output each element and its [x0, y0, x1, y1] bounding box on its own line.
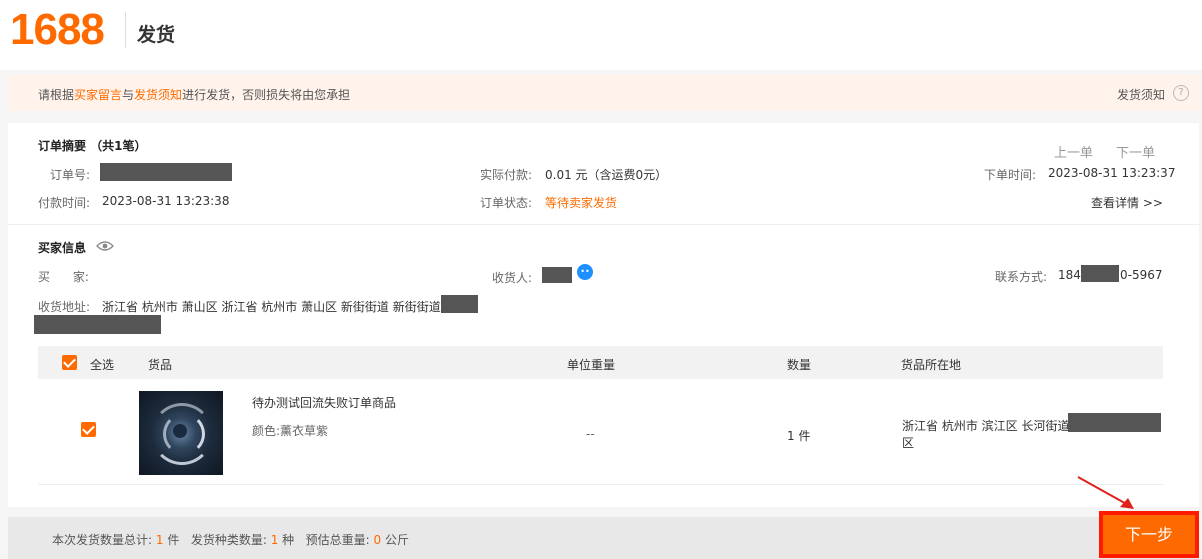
select-all-label: 全选 [90, 358, 115, 372]
shipping-notice-link[interactable]: 发货须知 [134, 88, 182, 102]
chat-icon[interactable]: •• [577, 264, 593, 280]
select-all-checkbox[interactable] [62, 355, 77, 370]
contact-prefix: 184 [1058, 268, 1081, 282]
annotation-arrow [1077, 476, 1134, 509]
page-header: 1688 发货 [0, 0, 1202, 70]
product-name[interactable]: 待办测试回流失败订单商品 [252, 394, 396, 411]
notice-prefix: 请根据 [38, 88, 75, 102]
product-spec: 颜色:薰衣草紫 [252, 424, 329, 438]
order-no-redacted [100, 163, 232, 181]
notice-mid: 与 [122, 88, 135, 102]
pay-time-value: 2023-08-31 13:23:38 [102, 194, 230, 208]
address-redacted-2 [34, 315, 161, 334]
header-divider [125, 12, 126, 48]
order-no-label: 订单号: [50, 168, 91, 182]
row-divider [38, 484, 1163, 485]
weight-label: 预估总重量: [305, 533, 370, 547]
buyer-message-link[interactable]: 买家留言 [74, 88, 122, 102]
next-step-highlight: 下一步 [1099, 511, 1199, 558]
address-value: 浙江省 杭州市 萧山区 浙江省 杭州市 萧山区 新街街道 新街街道 [102, 300, 441, 314]
main-card: 订单摘要 （共1笔） 上一单 下一单 订单号: 实际付款: 0.01 元（含运费… [8, 123, 1199, 507]
page-title: 发货 [137, 24, 176, 46]
total-qty-unit: 件 [167, 533, 180, 547]
buyer-info-title: 买家信息 [38, 241, 87, 255]
weight-unit: 公斤 [384, 533, 409, 547]
col-weight: 单位重量 [567, 358, 616, 372]
prev-order-link[interactable]: 上一单 [1054, 142, 1093, 161]
notice-suffix: 进行发货，否则损失将由您承担 [182, 88, 351, 102]
kinds-value: 1 [270, 533, 279, 547]
kinds-label: 发货种类数量: [190, 533, 267, 547]
order-time-label: 下单时间: [984, 168, 1037, 182]
question-icon[interactable]: ? [1173, 85, 1189, 101]
summary-text: 本次发货数量总计: 1 件 发货种类数量: 1 种 预估总重量: 0 公斤 [52, 531, 409, 548]
logo[interactable]: 1688 [10, 4, 105, 56]
section-divider [8, 224, 1199, 225]
paid-label: 实际付款: [480, 168, 533, 182]
shipping-notice-right-link[interactable]: 发货须知 [1117, 86, 1165, 103]
col-goods: 货品 [148, 358, 173, 372]
contact-redacted [1081, 265, 1119, 282]
eye-icon[interactable] [96, 240, 114, 252]
location-line1: 浙江省 杭州市 滨江区 长河街道 [902, 419, 1070, 433]
address-label: 收货地址: [38, 300, 91, 314]
col-location: 货品所在地 [901, 358, 962, 372]
address-redacted-1 [441, 295, 478, 313]
next-step-button[interactable]: 下一步 [1103, 515, 1195, 554]
order-summary-title: 订单摘要 （共1笔） [38, 139, 147, 153]
product-image[interactable] [139, 391, 223, 475]
buyer-label: 买 家: [38, 270, 89, 284]
order-time-value: 2023-08-31 13:23:37 [1048, 166, 1176, 180]
location-redacted [1068, 413, 1161, 432]
receiver-label: 收货人: [492, 271, 533, 285]
row-checkbox[interactable] [81, 422, 96, 437]
next-order-link[interactable]: 下一单 [1116, 142, 1155, 161]
pay-time-label: 付款时间: [38, 196, 91, 210]
view-details-link[interactable]: 查看详情 >> [1091, 194, 1163, 211]
table-header: 全选 货品 单位重量 数量 货品所在地 [38, 346, 1163, 379]
total-qty-label: 本次发货数量总计: [52, 533, 153, 547]
contact-suffix: 0-5967 [1120, 268, 1163, 282]
kinds-unit: 种 [282, 533, 295, 547]
contact-label: 联系方式: [995, 270, 1048, 284]
notice-text: 请根据买家留言与发货须知进行发货，否则损失将由您承担 [38, 86, 350, 103]
weight-value: 0 [373, 533, 382, 547]
footer-summary: 本次发货数量总计: 1 件 发货种类数量: 1 种 预估总重量: 0 公斤 [8, 517, 1199, 559]
total-qty-value: 1 [155, 533, 164, 547]
col-qty: 数量 [787, 358, 812, 372]
status-badge: 等待卖家发货 [545, 196, 618, 210]
unit-weight: -- [586, 427, 595, 441]
notice-bar: 请根据买家留言与发货须知进行发货，否则损失将由您承担 发货须知 ? [8, 75, 1199, 111]
location-line2: 区 [902, 436, 915, 450]
paid-value: 0.01 元（含运费0元） [545, 168, 668, 182]
status-label: 订单状态: [480, 196, 533, 210]
quantity: 1 件 [787, 429, 811, 443]
receiver-redacted [542, 267, 572, 283]
